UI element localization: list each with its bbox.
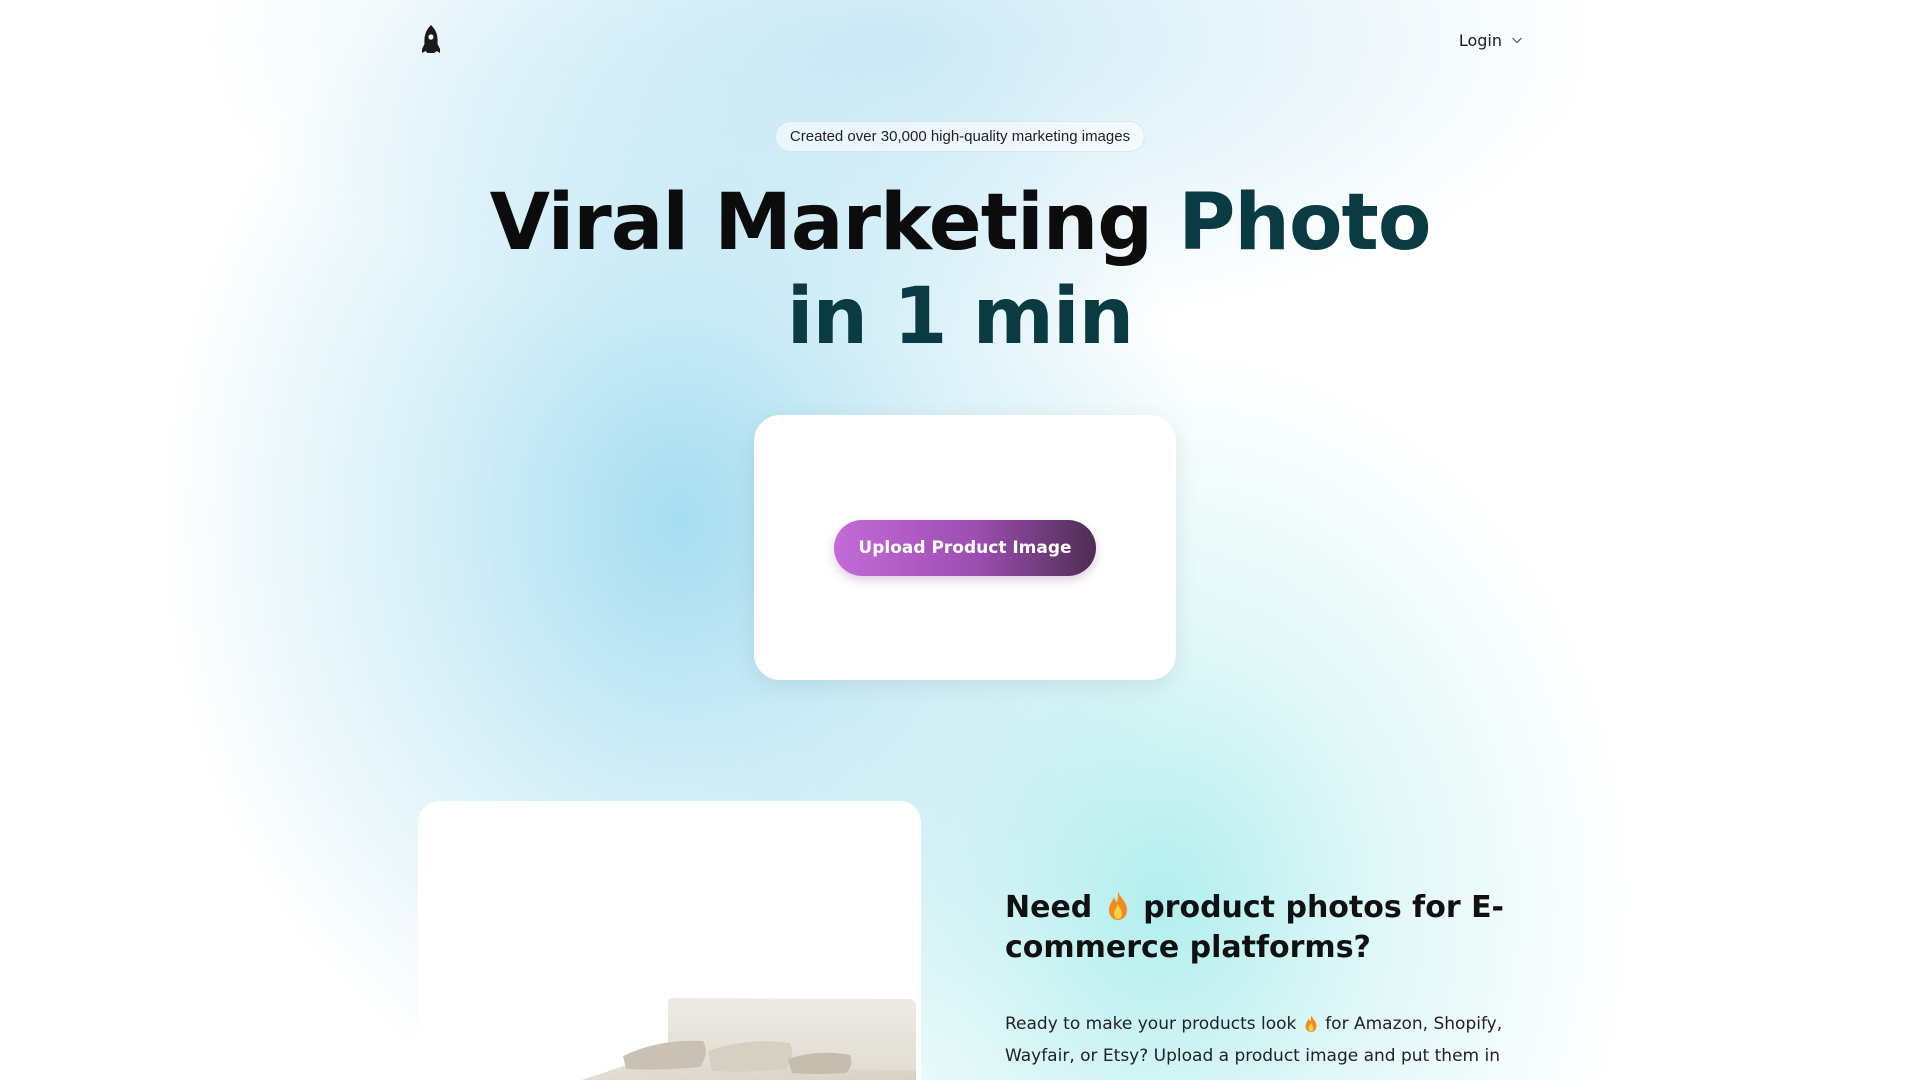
login-label: Login — [1458, 30, 1502, 50]
landing-page: Login Created over 30,000 high-quality m… — [0, 0, 1920, 1080]
feature-title: Need product photos for E-commerce platf… — [1005, 888, 1525, 968]
hero-title-highlight: Viral Marketing — [489, 178, 1154, 268]
chevron-down-icon — [1512, 37, 1522, 44]
upload-product-image-button[interactable]: Upload Product Image — [834, 519, 1096, 576]
rocket-icon — [422, 25, 440, 53]
upload-card: Upload Product Image — [754, 415, 1176, 680]
hero-title-photo: Photo — [1178, 178, 1431, 268]
fire-icon — [1305, 1014, 1317, 1032]
hero-title-line-1: Viral Marketing Photo — [0, 176, 1920, 270]
hero-title: Viral Marketing Photo in 1 min — [0, 176, 1920, 364]
logo[interactable] — [420, 24, 442, 56]
feature-title-start: Need — [1005, 890, 1093, 925]
hero-title-line-2: in 1 min — [786, 272, 1134, 362]
feature-text-start: Ready to make your products look — [1005, 1014, 1297, 1034]
top-nav: Login — [420, 22, 1524, 58]
feature-section: Need product photos for E-commerce platf… — [1005, 888, 1525, 1072]
bed-product-image — [418, 801, 921, 1080]
product-image-card — [418, 801, 921, 1080]
stats-badge: Created over 30,000 high-quality marketi… — [774, 121, 1146, 152]
login-menu[interactable]: Login — [1459, 31, 1524, 50]
feature-description: Ready to make your products look for Ama… — [1005, 1008, 1525, 1072]
fire-icon — [1108, 891, 1127, 920]
